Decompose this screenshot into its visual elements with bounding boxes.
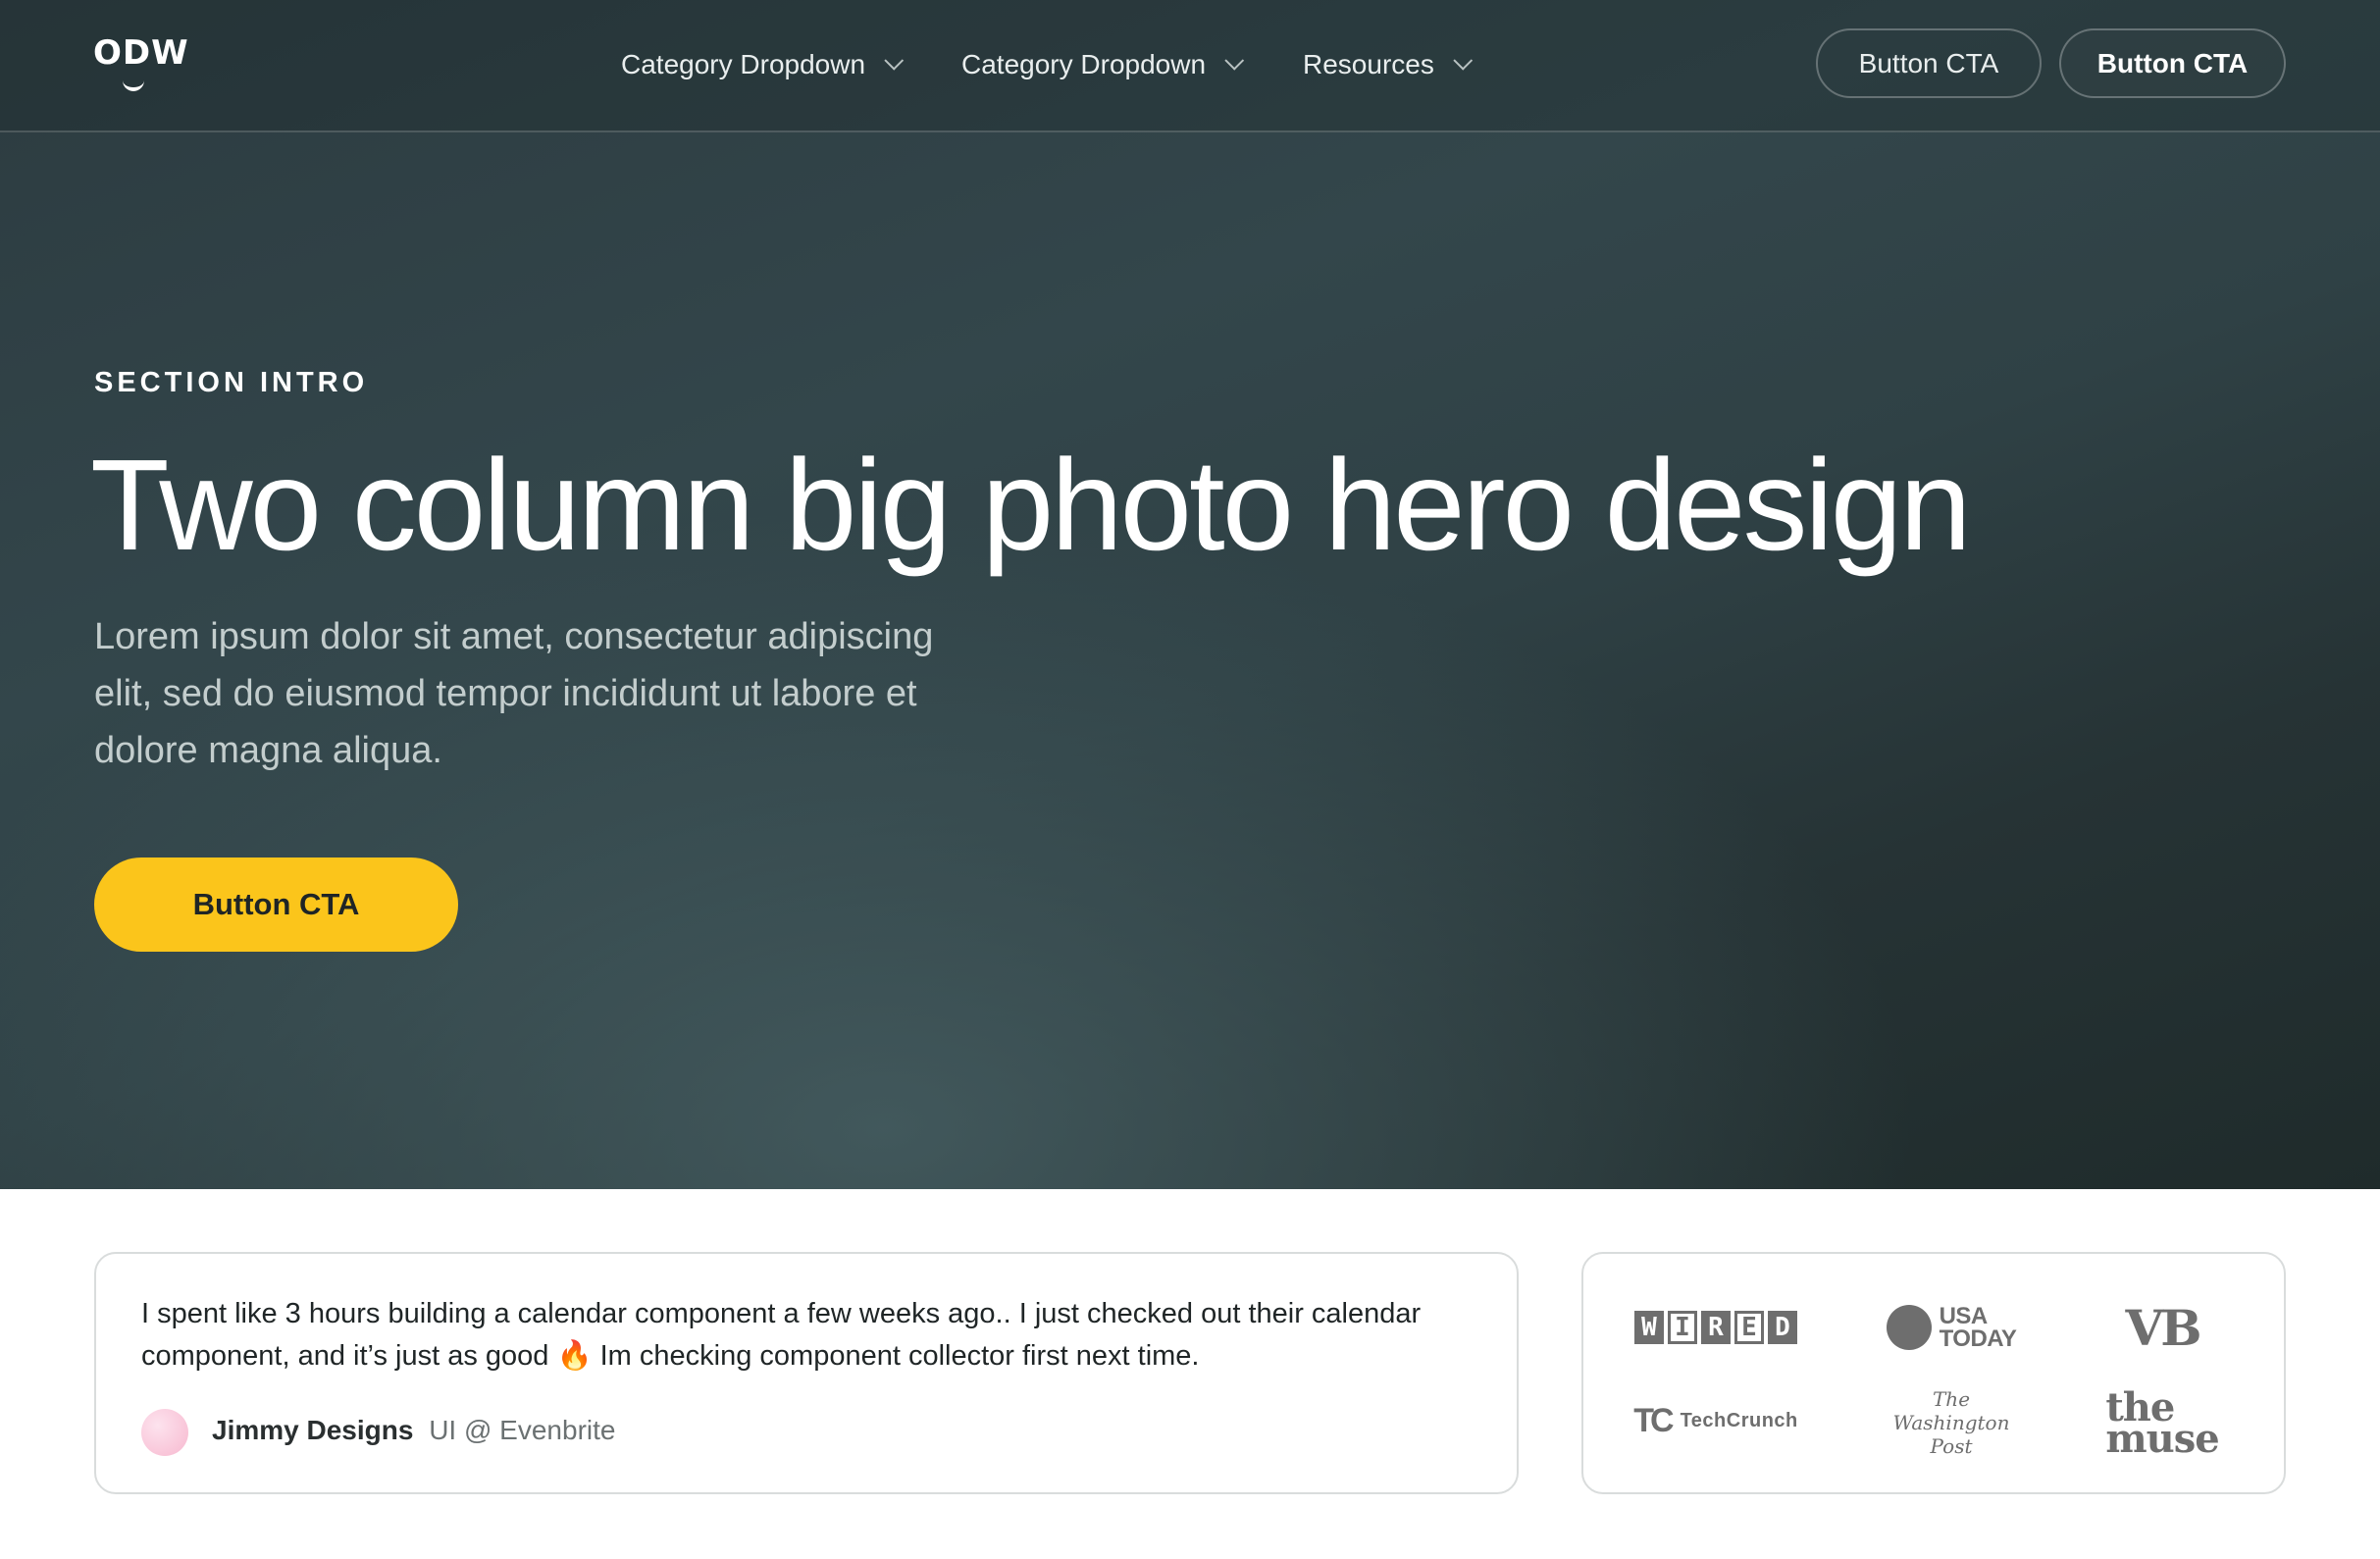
wired-letter: D bbox=[1768, 1311, 1797, 1344]
vb-logo: VB bbox=[2103, 1298, 2221, 1357]
avatar bbox=[141, 1409, 188, 1456]
usa-today-word: TODAY bbox=[1939, 1325, 2017, 1352]
wired-letter: W bbox=[1634, 1311, 1664, 1344]
chevron-down-icon bbox=[1453, 50, 1473, 71]
chevron-down-icon bbox=[884, 50, 905, 71]
author-name: Jimmy Designs bbox=[212, 1415, 414, 1445]
techcrunch-mark: TC bbox=[1633, 1401, 1674, 1439]
hero-headline: Two column big photo hero design bbox=[90, 433, 1972, 577]
nav-dropdown-label: Category Dropdown bbox=[621, 49, 866, 79]
brand-logo-text: ODW bbox=[93, 33, 189, 73]
brand-logo[interactable]: ODW bbox=[93, 33, 189, 94]
nav-cta-outline-button[interactable]: Button CTA bbox=[1816, 28, 2042, 98]
chevron-down-icon bbox=[1224, 50, 1245, 71]
wired-letter: I bbox=[1668, 1311, 1697, 1344]
washington-post-word: The bbox=[1932, 1387, 1971, 1411]
washington-post-word: Post bbox=[1930, 1434, 1973, 1458]
washington-post-word: Washington bbox=[1892, 1411, 2010, 1434]
the-muse-logo: the muse bbox=[2103, 1386, 2221, 1460]
washington-post-logo: The Washington Post bbox=[1878, 1383, 2025, 1462]
nav-dropdown-category-1[interactable]: Category Dropdown bbox=[621, 45, 905, 84]
hero-description: Lorem ipsum dolor sit amet, consectetur … bbox=[94, 616, 934, 771]
top-navigation: ODW Category Dropdown Category Dropdown … bbox=[0, 0, 2380, 132]
techcrunch-wordmark: TechCrunch bbox=[1680, 1409, 1798, 1431]
usa-today-word: USA bbox=[1939, 1303, 1989, 1329]
section-eyebrow: SECTION INTRO bbox=[94, 367, 369, 398]
testimonial-quote: I spent like 3 hours building a calendar… bbox=[141, 1298, 1422, 1372]
usa-today-logo: USA TODAY bbox=[1878, 1298, 2025, 1357]
testimonial-card: I spent like 3 hours building a calendar… bbox=[94, 1252, 1519, 1494]
press-logos-card: W I R E D USA TODAY VB TC TechCrunch The… bbox=[1581, 1252, 2286, 1494]
washington-post-wordmark: The Washington Post bbox=[1893, 1387, 2010, 1458]
wired-letter: E bbox=[1734, 1311, 1764, 1344]
usa-today-dot-icon bbox=[1886, 1305, 1932, 1350]
vb-wordmark: VB bbox=[2125, 1298, 2201, 1357]
nav-dropdown-label: Category Dropdown bbox=[961, 49, 1207, 79]
wired-logo: W I R E D bbox=[1632, 1298, 1799, 1357]
nav-dropdown-category-2[interactable]: Category Dropdown bbox=[961, 45, 1245, 84]
the-muse-wordmark: the muse bbox=[2105, 1387, 2219, 1462]
testimonial-author: Jimmy Designs UI @ Evenbrite bbox=[212, 1415, 615, 1446]
smile-icon bbox=[123, 77, 144, 91]
hero-section: ODW Category Dropdown Category Dropdown … bbox=[0, 0, 2380, 1189]
nav-dropdown-resources[interactable]: Resources bbox=[1303, 45, 1473, 84]
nav-dropdown-label: Resources bbox=[1303, 49, 1434, 79]
hero-cta-button[interactable]: Button CTA bbox=[94, 857, 458, 952]
the-muse-word: muse bbox=[2105, 1415, 2219, 1462]
techcrunch-logo: TC TechCrunch bbox=[1632, 1391, 1799, 1450]
author-role: UI @ Evenbrite bbox=[429, 1415, 616, 1445]
wired-letter: R bbox=[1701, 1311, 1731, 1344]
nav-cta-primary-button[interactable]: Button CTA bbox=[2059, 28, 2286, 98]
usa-today-wordmark: USA TODAY bbox=[1939, 1303, 2017, 1352]
